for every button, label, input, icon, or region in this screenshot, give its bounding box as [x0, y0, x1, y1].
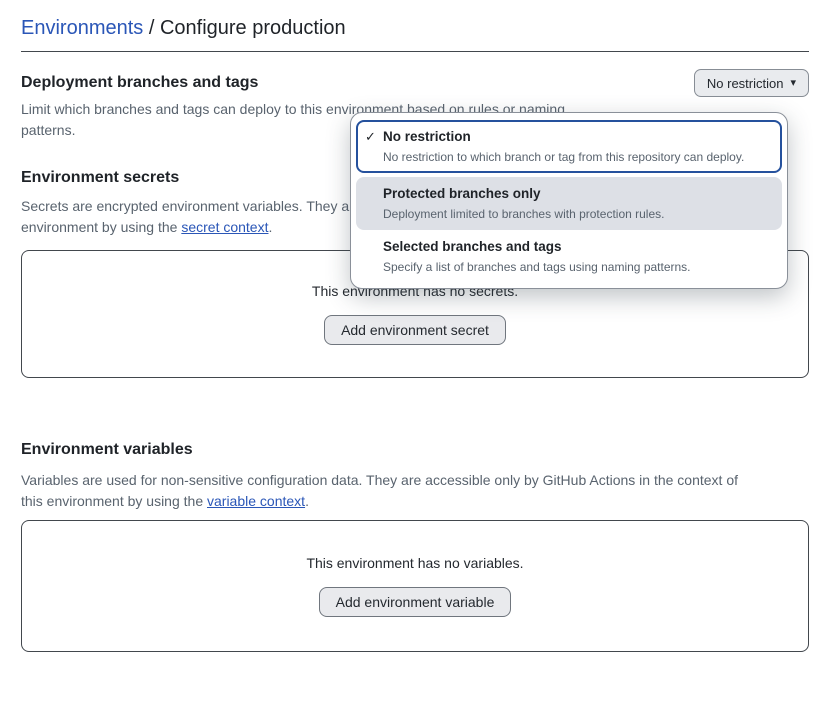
check-icon: ✓	[365, 129, 376, 145]
menu-item-description: Specify a list of branches and tags usin…	[383, 260, 770, 275]
variables-empty-box: This environment has no variables. Add e…	[21, 520, 809, 652]
secret-context-link[interactable]: secret context	[181, 219, 268, 235]
menu-item-no-restriction[interactable]: ✓ No restriction No restriction to which…	[356, 120, 782, 173]
menu-item-description: Deployment limited to branches with prot…	[383, 207, 770, 222]
environments-config-page: Environments / Configure production Depl…	[0, 0, 830, 715]
variables-empty-text: This environment has no variables.	[306, 555, 523, 571]
branch-restriction-menu: ✓ No restriction No restriction to which…	[350, 112, 788, 289]
add-environment-variable-button[interactable]: Add environment variable	[319, 587, 512, 617]
environment-variables-description: Variables are used for non-sensitive con…	[21, 470, 809, 512]
caret-down-icon: ▾	[790, 78, 796, 89]
page-title: Environments / Configure production	[21, 16, 809, 40]
menu-item-title: Selected branches and tags	[383, 238, 770, 255]
breadcrumb-environments-link[interactable]: Environments	[21, 17, 143, 39]
menu-item-title: Protected branches only	[383, 185, 770, 202]
page-header: Environments / Configure production	[21, 0, 809, 52]
menu-item-description: No restriction to which branch or tag fr…	[383, 150, 770, 165]
dropdown-button-label: No restriction	[707, 76, 784, 91]
add-environment-secret-button[interactable]: Add environment secret	[324, 315, 506, 345]
breadcrumb-current: Configure production	[160, 17, 346, 39]
menu-item-protected-branches-only[interactable]: Protected branches only Deployment limit…	[356, 177, 782, 230]
deployment-branches-heading: Deployment branches and tags	[21, 73, 694, 93]
menu-item-selected-branches-and-tags[interactable]: Selected branches and tags Specify a lis…	[356, 230, 782, 283]
no-restriction-dropdown-button[interactable]: No restriction ▾	[694, 69, 809, 97]
variable-context-link[interactable]: variable context	[207, 493, 305, 509]
breadcrumb-separator: /	[143, 17, 160, 39]
environment-variables-heading: Environment variables	[21, 440, 809, 460]
menu-item-title: No restriction	[383, 128, 770, 145]
